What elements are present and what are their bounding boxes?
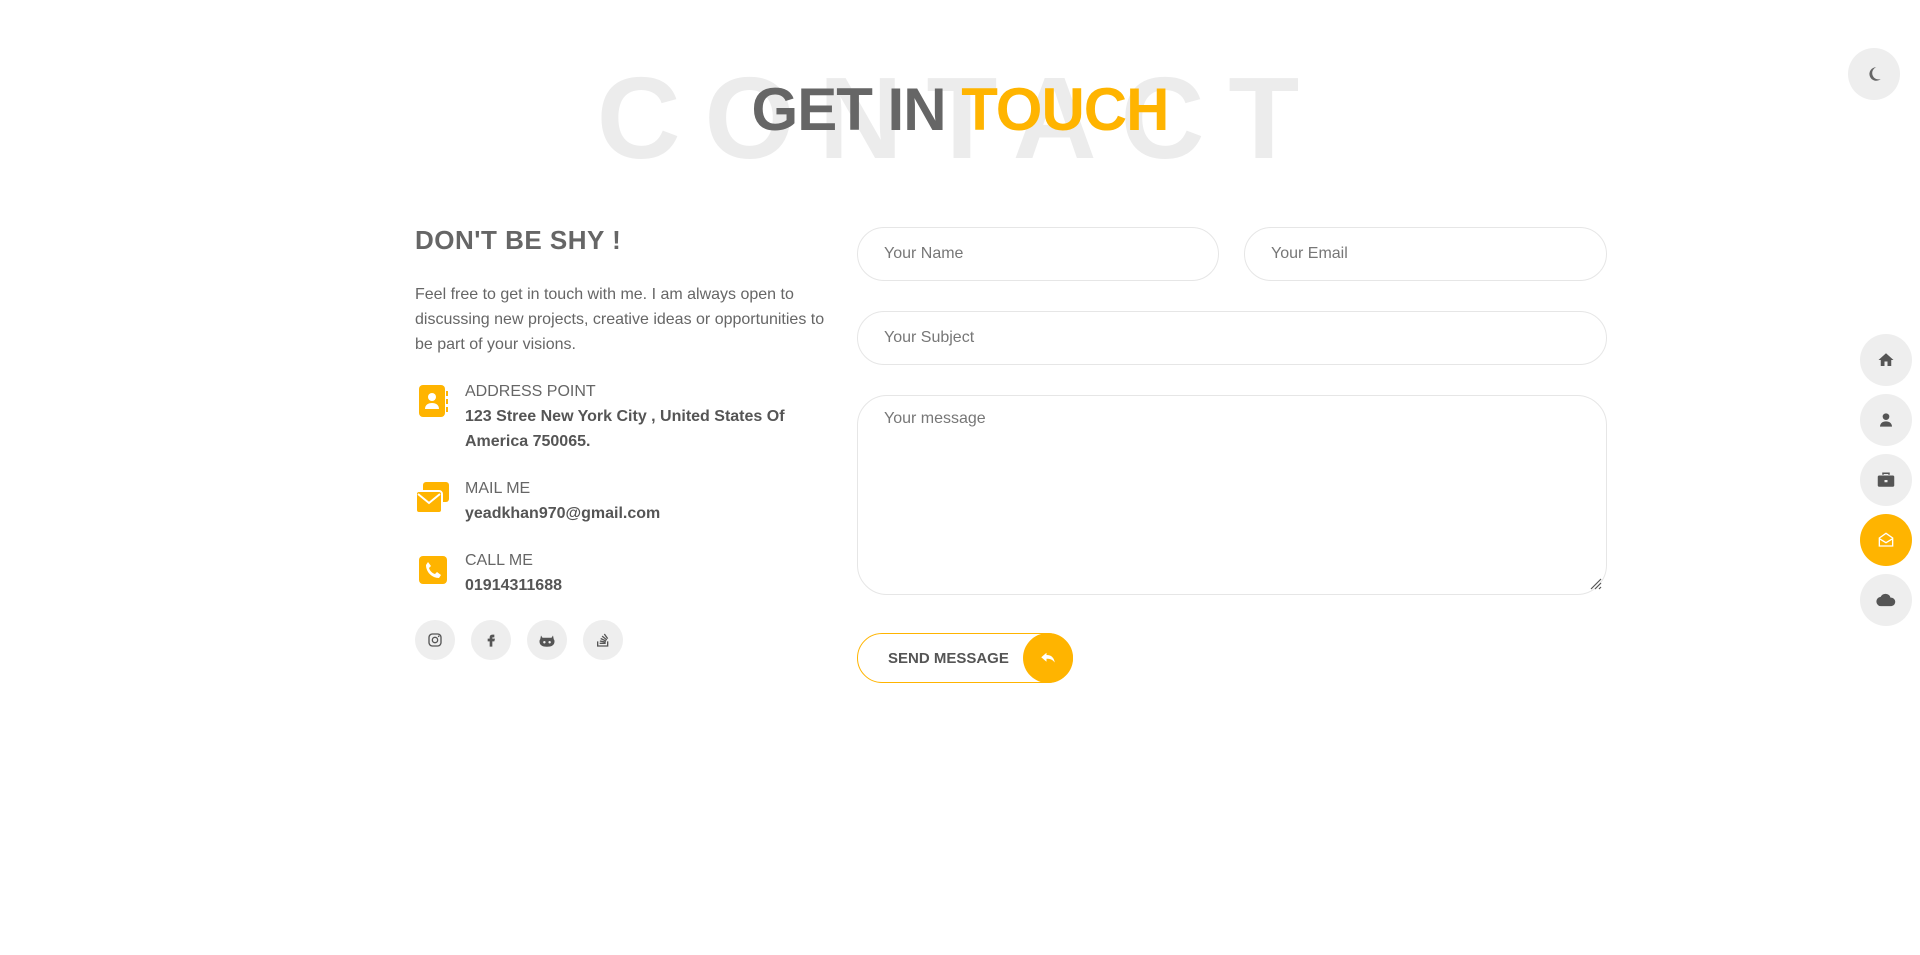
phone-item: CALL ME 01914311688 [415, 548, 825, 598]
contact-page: CONTACT GET IN TOUCH DON'T BE SHY ! Feel… [0, 0, 1920, 955]
resize-grip-icon[interactable] [1588, 576, 1602, 590]
stackoverflow-icon [597, 633, 609, 647]
theme-toggle-button[interactable] [1848, 48, 1900, 100]
send-message-button[interactable]: SEND MESSAGE [857, 633, 1073, 683]
facebook-icon [487, 634, 495, 647]
mail-open-icon [1878, 532, 1894, 547]
facebook-link[interactable] [471, 620, 511, 660]
info-intro: Feel free to get in touch with me. I am … [415, 286, 825, 353]
side-navigation [1860, 334, 1912, 634]
nav-about[interactable] [1860, 394, 1912, 446]
instagram-link[interactable] [415, 620, 455, 660]
moon-icon [1869, 67, 1881, 81]
phone-icon [415, 552, 451, 588]
title-main-part1: GET IN [751, 76, 947, 143]
home-icon [1878, 353, 1894, 366]
user-icon [1880, 413, 1892, 427]
address-value: 123 Stree New York City , United States … [465, 408, 785, 450]
briefcase-icon [1877, 472, 1895, 487]
github-icon [539, 635, 555, 647]
nav-portfolio[interactable] [1860, 454, 1912, 506]
mail-label: MAIL ME [465, 480, 531, 497]
address-book-icon [415, 383, 451, 419]
address-label: ADDRESS POINT [465, 383, 596, 400]
subject-input[interactable] [884, 329, 1580, 347]
message-textarea[interactable] [884, 410, 1580, 580]
name-field-wrapper [857, 227, 1219, 281]
mail-link[interactable]: yeadkhan970@gmail.com [465, 501, 825, 526]
github-link[interactable] [527, 620, 567, 660]
email-input[interactable] [1271, 245, 1580, 263]
reply-arrow-icon [1023, 633, 1073, 683]
name-input[interactable] [884, 245, 1192, 263]
title-main-part2: TOUCH [961, 76, 1169, 143]
instagram-icon [428, 633, 442, 647]
phone-link[interactable]: 01914311688 [465, 573, 825, 598]
envelope-icon [415, 480, 451, 516]
message-field-wrapper [857, 395, 1607, 595]
cloud-icon [1876, 593, 1896, 607]
send-message-label: SEND MESSAGE [888, 649, 1009, 667]
nav-home[interactable] [1860, 334, 1912, 386]
email-field-wrapper [1244, 227, 1607, 281]
section-title: CONTACT GET IN TOUCH [0, 52, 1920, 176]
subject-field-wrapper [857, 311, 1607, 365]
info-heading: DON'T BE SHY ! [415, 225, 622, 255]
nav-blog[interactable] [1860, 574, 1912, 626]
address-item: ADDRESS POINT 123 Stree New York City , … [415, 379, 825, 454]
mail-item: MAIL ME yeadkhan970@gmail.com [415, 476, 825, 526]
phone-label: CALL ME [465, 552, 533, 569]
stackoverflow-link[interactable] [583, 620, 623, 660]
social-links [415, 620, 825, 660]
nav-contact[interactable] [1860, 514, 1912, 566]
contact-info: DON'T BE SHY ! Feel free to get in touch… [415, 225, 825, 660]
title-main: GET IN TOUCH [0, 80, 1920, 140]
